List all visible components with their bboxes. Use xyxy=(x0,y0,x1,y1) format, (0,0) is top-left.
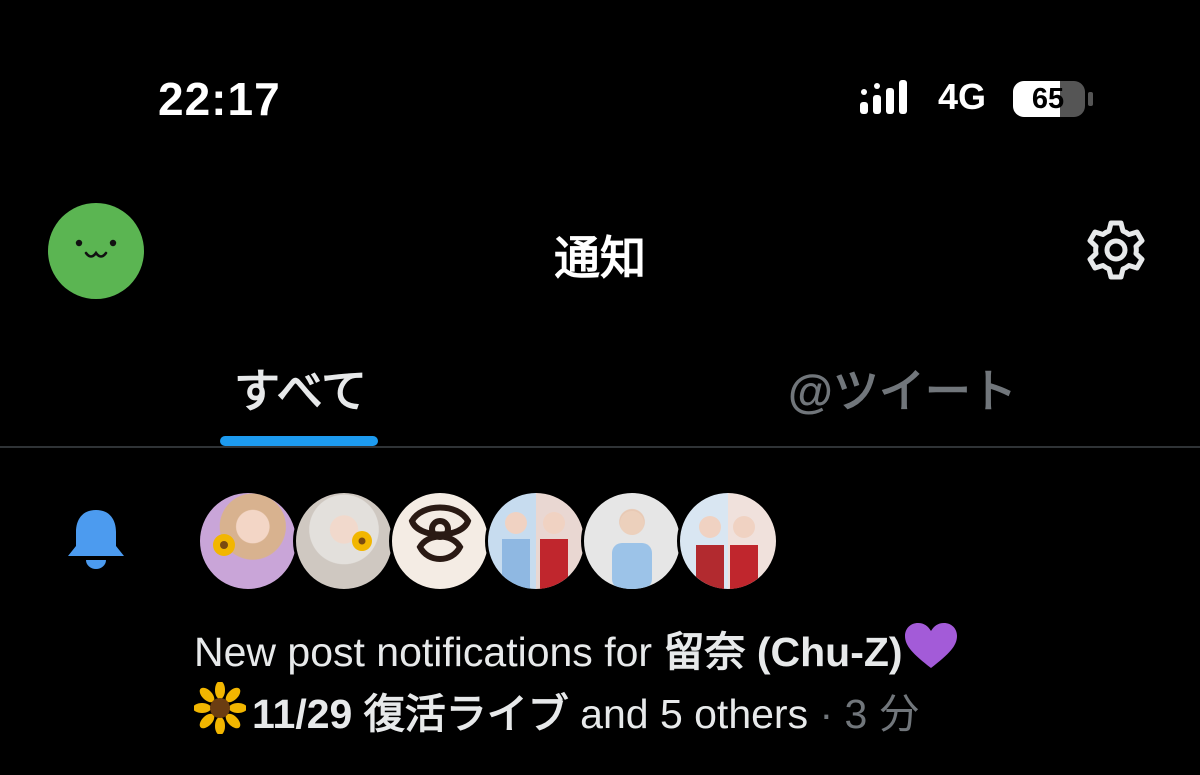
logo-icon xyxy=(408,504,472,562)
tab-all-label: すべて xyxy=(234,365,367,417)
avatar[interactable] xyxy=(197,490,299,592)
sunflower-icon xyxy=(352,531,372,551)
avatar[interactable] xyxy=(677,490,779,592)
battery-level: 65 xyxy=(1031,83,1065,115)
separator: · xyxy=(808,691,845,737)
avatar[interactable] xyxy=(581,490,683,592)
notification-user-cont: 11/29 復活ライブ xyxy=(252,691,569,737)
network-type: 4G xyxy=(938,76,987,117)
bell-icon xyxy=(68,510,124,569)
page-title: 通知 xyxy=(554,232,646,284)
person-photo-icon xyxy=(612,511,652,589)
notification-prefix: New post notifications for xyxy=(194,629,664,675)
tab-indicator xyxy=(220,436,378,446)
purple-heart-icon xyxy=(904,623,957,668)
gear-icon[interactable] xyxy=(1080,214,1152,286)
notification-user: 留奈 (Chu-Z) xyxy=(663,629,903,675)
avatar[interactable] xyxy=(293,490,395,592)
status-time: 22:17 xyxy=(158,73,281,125)
tab-mentions-label: @ツイート xyxy=(788,365,1017,417)
group-photo-icon xyxy=(696,516,758,589)
notification-others: and 5 others xyxy=(580,691,809,737)
notification-time: 3 分 xyxy=(844,691,920,737)
group-photo-icon xyxy=(502,512,568,589)
signal-icon xyxy=(860,80,907,114)
avatar[interactable] xyxy=(485,490,587,592)
avatar[interactable] xyxy=(389,490,491,592)
tab-divider xyxy=(0,446,1200,448)
sunflower-icon xyxy=(194,682,246,734)
sunflower-icon xyxy=(213,534,235,556)
notification-text[interactable]: New post notifications for 留奈 (Chu-Z) 11… xyxy=(194,622,1154,744)
